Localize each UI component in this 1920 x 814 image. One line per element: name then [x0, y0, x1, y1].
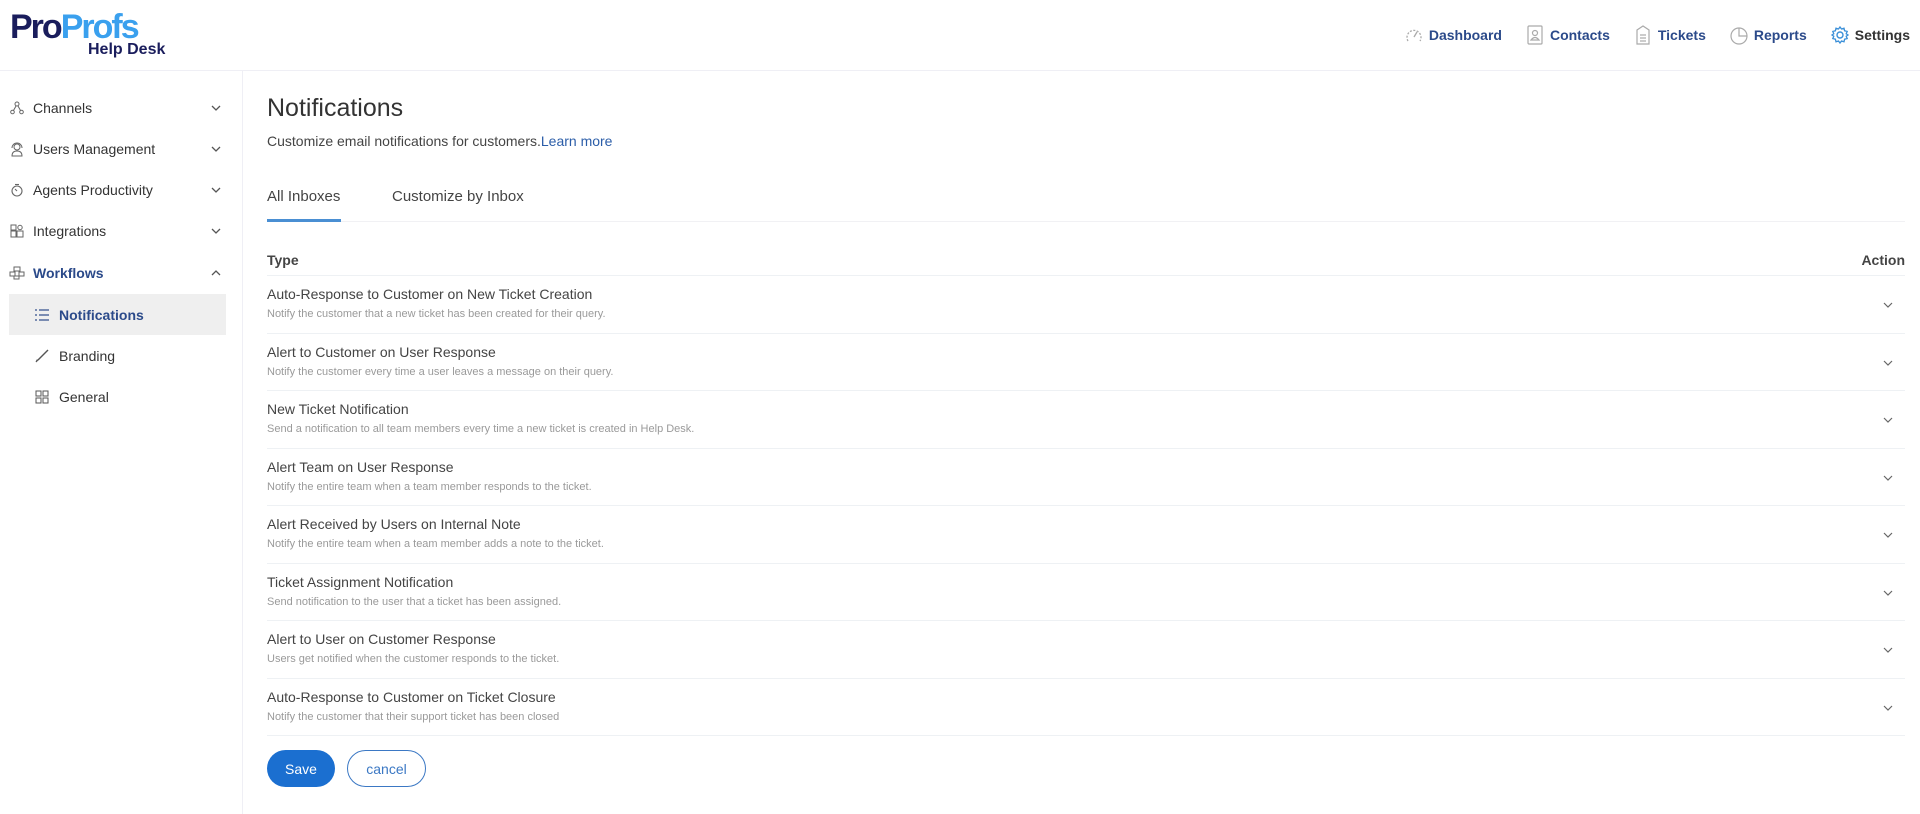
expand-chevron-icon[interactable]: [1879, 699, 1897, 717]
topnav-reports[interactable]: Reports: [1728, 24, 1807, 46]
notification-title: Alert to User on Customer Response: [267, 631, 496, 647]
notification-title: Alert Received by Users on Internal Note: [267, 516, 521, 532]
topnav-tickets[interactable]: Tickets: [1632, 24, 1706, 46]
top-header: ProProfs Help Desk Dashboard Contacts Ti…: [0, 0, 1920, 71]
gear-icon: [1829, 24, 1851, 46]
sidebar-item-label: Users Management: [33, 141, 156, 157]
headset-user-icon: [9, 141, 25, 157]
topnav-label: Dashboard: [1428, 27, 1502, 43]
tab-all-inboxes[interactable]: All Inboxes: [267, 188, 341, 222]
sidebar-subitem-notifications[interactable]: Notifications: [9, 294, 226, 335]
notification-description: Notify the entire team when a team membe…: [267, 480, 592, 493]
notification-list: Auto-Response to Customer on New Ticket …: [267, 276, 1905, 736]
topnav-contacts[interactable]: Contacts: [1524, 24, 1610, 46]
integrations-icon: [9, 223, 25, 239]
notification-row[interactable]: Auto-Response to Customer on New Ticket …: [267, 276, 1905, 334]
topnav-label: Settings: [1854, 27, 1910, 43]
sidebar-item-integrations[interactable]: Integrations: [0, 211, 243, 251]
notification-description: Users get notified when the customer res…: [267, 653, 560, 665]
workflows-icon: [9, 265, 25, 281]
contact-card-icon: [1524, 24, 1546, 46]
chevron-down-icon: [210, 143, 222, 155]
expand-chevron-icon[interactable]: [1879, 526, 1897, 544]
sidebar-item-label: Workflows: [33, 265, 104, 281]
page-description: Customize email notifications for custom…: [267, 133, 612, 149]
notification-title: New Ticket Notification: [267, 401, 409, 417]
ticket-icon: [1632, 24, 1654, 46]
proprofs-helpdesk-logo[interactable]: ProProfs Help Desk: [10, 10, 170, 62]
notification-title: Alert Team on User Response: [267, 458, 454, 475]
notification-description: Send a notification to all team members …: [267, 423, 695, 435]
notification-description: Send notification to the user that a tic…: [267, 595, 562, 608]
logo-pro-text: Pro: [10, 8, 63, 46]
save-button[interactable]: Save: [267, 750, 335, 787]
topnav-settings[interactable]: Settings: [1829, 24, 1910, 46]
expand-chevron-icon[interactable]: [1879, 469, 1897, 487]
sidebar-subitem-label: Notifications: [59, 306, 144, 323]
chevron-down-icon: [210, 184, 222, 196]
notification-row[interactable]: Alert Received by Users on Internal Note…: [267, 506, 1905, 564]
sidebar-subitem-label: Branding: [59, 347, 116, 364]
inbox-tabs: All Inboxes Customize by Inbox: [267, 178, 1905, 222]
notification-title: Alert to Customer on User Response: [267, 343, 496, 360]
sidebar-item-users-management[interactable]: Users Management: [0, 129, 243, 169]
chevron-down-icon: [210, 225, 222, 237]
notification-description: Notify the entire team when a team membe…: [267, 538, 604, 550]
notification-row[interactable]: Auto-Response to Customer on Ticket Clos…: [267, 679, 1905, 736]
notification-description: Notify the customer that their support t…: [267, 710, 560, 723]
cancel-button[interactable]: cancel: [347, 750, 426, 787]
expand-chevron-icon[interactable]: [1879, 411, 1897, 429]
description-text: Customize email notifications for custom…: [267, 133, 541, 149]
sidebar-subitem-label: General: [59, 388, 109, 405]
settings-sidebar: Channels Users Management Agents Product…: [0, 71, 243, 814]
column-header-type: Type: [267, 252, 299, 268]
speedometer-icon: [1403, 24, 1425, 46]
sidebar-item-workflows[interactable]: Workflows: [0, 253, 243, 293]
notification-row[interactable]: Alert Team on User Response Notify the e…: [267, 449, 1905, 506]
table-header: Type Action: [267, 252, 1905, 276]
topnav-label: Contacts: [1549, 27, 1610, 43]
expand-chevron-icon[interactable]: [1879, 296, 1897, 314]
notification-row[interactable]: Ticket Assignment Notification Send noti…: [267, 564, 1905, 621]
learn-more-link[interactable]: Learn more: [541, 133, 613, 149]
notification-description: Notify the customer every time a user le…: [267, 365, 614, 378]
stopwatch-icon: [9, 182, 25, 198]
grid-icon: [34, 389, 50, 405]
topnav-dashboard[interactable]: Dashboard: [1403, 24, 1502, 46]
sidebar-subitem-general[interactable]: General: [9, 376, 226, 417]
notification-row[interactable]: New Ticket Notification Send a notificat…: [267, 391, 1905, 449]
sidebar-item-channels[interactable]: Channels: [0, 88, 243, 128]
notification-description: Notify the customer that a new ticket ha…: [267, 308, 606, 320]
topnav-label: Reports: [1753, 27, 1807, 43]
sidebar-item-agents-productivity[interactable]: Agents Productivity: [0, 170, 243, 210]
tab-customize-by-inbox[interactable]: Customize by Inbox: [392, 188, 524, 222]
notification-title: Auto-Response to Customer on New Ticket …: [267, 286, 593, 302]
notification-title: Auto-Response to Customer on Ticket Clos…: [267, 688, 556, 705]
notification-row[interactable]: Alert to Customer on User Response Notif…: [267, 334, 1905, 391]
list-icon: [34, 307, 50, 323]
pie-chart-icon: [1728, 24, 1750, 46]
column-header-action: Action: [1861, 252, 1905, 268]
logo-subtitle: Help Desk: [88, 41, 166, 58]
sidebar-item-label: Agents Productivity: [33, 182, 153, 198]
notification-title: Ticket Assignment Notification: [267, 573, 454, 590]
expand-chevron-icon[interactable]: [1879, 641, 1897, 659]
page-title: Notifications: [267, 94, 404, 122]
chevron-up-icon: [210, 267, 222, 279]
sidebar-item-label: Channels: [33, 100, 93, 116]
expand-chevron-icon[interactable]: [1879, 584, 1897, 602]
brush-icon: [34, 348, 50, 364]
top-navigation: Dashboard Contacts Tickets Reports Setti…: [1381, 22, 1910, 48]
topnav-label: Tickets: [1657, 27, 1706, 43]
expand-chevron-icon[interactable]: [1879, 354, 1897, 372]
notification-row[interactable]: Alert to User on Customer Response Users…: [267, 621, 1905, 679]
sidebar-subitem-branding[interactable]: Branding: [9, 335, 226, 376]
channels-icon: [9, 100, 25, 116]
sidebar-item-label: Integrations: [33, 223, 107, 239]
chevron-down-icon: [210, 102, 222, 114]
